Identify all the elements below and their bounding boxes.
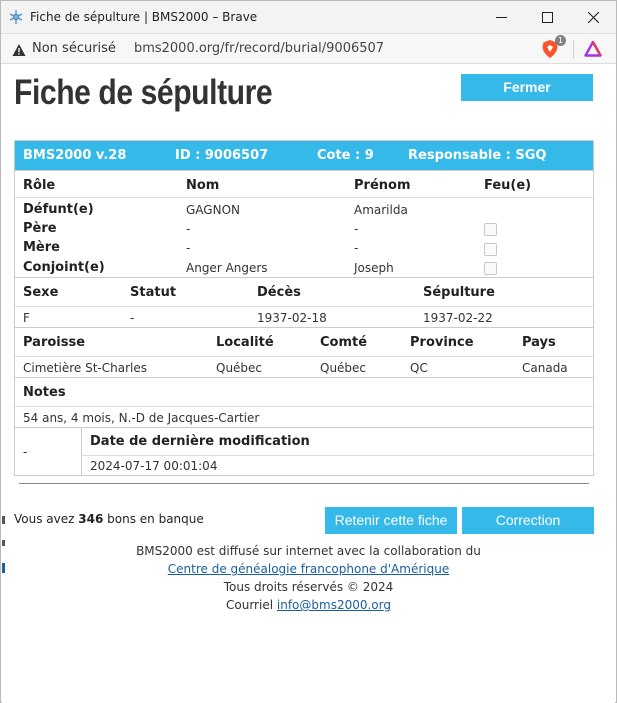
- footer-line2: Centre de généalogie francophone d'Améri…: [2, 562, 615, 576]
- role-conjoint: Conjoint(e): [23, 260, 105, 275]
- keep-record-button[interactable]: Retenir cette fiche: [325, 507, 457, 534]
- col-header-paroisse: Paroisse: [23, 335, 86, 350]
- edge-mark: [2, 516, 5, 524]
- close-window-button[interactable]: [570, 1, 616, 34]
- edge-mark: [2, 540, 5, 546]
- close-button[interactable]: Fermer: [461, 74, 593, 101]
- role-pere: Père: [23, 221, 57, 236]
- bank-count: 346: [78, 512, 104, 526]
- col-header-sepulture: Sépulture: [423, 285, 495, 300]
- nom-defunt: GAGNON: [186, 203, 240, 217]
- brave-rewards-icon[interactable]: [584, 40, 602, 58]
- email-prefix: Courriel: [226, 598, 274, 612]
- value-paroisse: Cimetière St-Charles: [23, 361, 147, 375]
- facts-divider: [15, 306, 593, 307]
- value-comte: Québec: [320, 361, 367, 375]
- shield-count-badge: 1: [555, 34, 566, 46]
- prenom-conjoint: Joseph: [354, 261, 394, 275]
- notes-text: 54 ans, 4 mois, N.-D de Jacques-Cartier: [23, 411, 260, 425]
- persons-section: Rôle Nom Prénom Feu(e) Défunt(e) GAGNON …: [15, 170, 593, 277]
- correction-button[interactable]: Correction: [462, 507, 594, 534]
- footer-line1: BMS2000 est diffusé sur internet avec la…: [136, 544, 481, 558]
- prenom-defunt: Amarilda: [354, 203, 408, 217]
- place-divider: [15, 356, 593, 357]
- col-header-nom: Nom: [186, 178, 220, 193]
- col-header-province: Province: [410, 335, 474, 350]
- edge-mark: [2, 563, 5, 573]
- value-sepulture: 1937-02-22: [423, 311, 493, 325]
- nom-mere: -: [186, 241, 191, 255]
- title-bar: Fiche de sépulture | BMS2000 – Brave: [1, 1, 616, 34]
- record-cote: Cote : 9: [317, 148, 374, 163]
- cgfa-link[interactable]: Centre de généalogie francophone d'Améri…: [168, 562, 449, 576]
- version-label: BMS2000 v.28: [23, 148, 127, 163]
- feu-mere-checkbox[interactable]: [484, 243, 497, 256]
- modified-left-value: -: [23, 445, 28, 459]
- value-province: QC: [410, 361, 428, 375]
- url-field[interactable]: bms2000.org/fr/record/burial/9006507: [134, 41, 541, 56]
- role-mere: Mère: [23, 240, 60, 255]
- site-favicon-icon: [8, 9, 24, 25]
- value-sexe: F: [23, 311, 30, 325]
- minimize-button[interactable]: [478, 1, 524, 34]
- col-header-sexe: Sexe: [23, 285, 59, 300]
- value-pays: Canada: [522, 361, 568, 375]
- col-header-comte: Comté: [320, 335, 368, 350]
- brave-shield-icon[interactable]: 1: [541, 34, 566, 59]
- window-title: Fiche de sépulture | BMS2000 – Brave: [30, 10, 258, 24]
- page-content: Fiche de sépulture Fermer BMS2000 v.28 I…: [2, 65, 615, 703]
- toolbar-divider: [573, 39, 574, 58]
- content-divider: [19, 483, 589, 484]
- facts-section: Sexe Statut Décès Sépulture F - 1937-02-…: [15, 277, 593, 327]
- nom-pere: -: [186, 222, 191, 236]
- col-header-localite: Localité: [216, 335, 274, 350]
- feu-conjoint-checkbox[interactable]: [484, 262, 497, 275]
- record-responsable: Responsable : SGQ: [408, 148, 547, 163]
- notes-label: Notes: [23, 385, 66, 400]
- value-deces: 1937-02-18: [257, 311, 327, 325]
- maximize-button[interactable]: [524, 1, 570, 34]
- col-header-feue: Feu(e): [484, 178, 532, 193]
- browser-window: Fiche de sépulture | BMS2000 – Brave Non…: [0, 0, 617, 703]
- feu-pere-checkbox[interactable]: [484, 223, 497, 236]
- col-header-role: Rôle: [23, 178, 56, 193]
- warning-icon[interactable]: [12, 42, 26, 56]
- bank-suffix: bons en banque: [107, 512, 204, 526]
- bank-prefix: Vous avez: [14, 512, 75, 526]
- notes-section: Notes 54 ans, 4 mois, N.-D de Jacques-Ca…: [15, 377, 593, 427]
- role-defunt: Défunt(e): [23, 202, 94, 217]
- modified-label: Date de dernière modification: [90, 434, 310, 449]
- prenom-pere: -: [354, 222, 359, 236]
- col-header-statut: Statut: [130, 285, 177, 300]
- prenom-mere: -: [354, 241, 359, 255]
- record-header: BMS2000 v.28 ID : 9006507 Cote : 9 Respo…: [15, 141, 593, 170]
- page-title: Fiche de sépulture: [14, 73, 273, 112]
- col-header-prenom: Prénom: [354, 178, 411, 193]
- header-divider: [15, 197, 593, 198]
- nom-conjoint: Anger Angers: [186, 261, 268, 275]
- footer-copyright: Tous droits réservés © 2024: [223, 580, 394, 594]
- security-status[interactable]: Non sécurisé: [32, 41, 116, 56]
- email-link[interactable]: info@bms2000.org: [277, 598, 391, 612]
- place-section: Paroisse Localité Comté Province Pays Ci…: [15, 327, 593, 377]
- bank-balance: Vous avez 346 bons en banque: [14, 512, 204, 526]
- value-statut: -: [130, 311, 135, 325]
- notes-divider: [15, 406, 593, 407]
- modified-value: 2024-07-17 00:01:04: [90, 459, 218, 473]
- burial-record: BMS2000 v.28 ID : 9006507 Cote : 9 Respo…: [14, 140, 594, 476]
- address-bar: Non sécurisé bms2000.org/fr/record/buria…: [1, 34, 616, 64]
- col-header-deces: Décès: [257, 285, 301, 300]
- modified-section: - Date de dernière modification 2024-07-…: [15, 427, 593, 476]
- footer-email-line: Courriel info@bms2000.org: [2, 598, 615, 612]
- modified-vdivider: [81, 428, 82, 476]
- col-header-pays: Pays: [522, 335, 556, 350]
- record-id: ID : 9006507: [175, 148, 269, 163]
- modified-divider: [82, 455, 593, 456]
- value-localite: Québec: [216, 361, 263, 375]
